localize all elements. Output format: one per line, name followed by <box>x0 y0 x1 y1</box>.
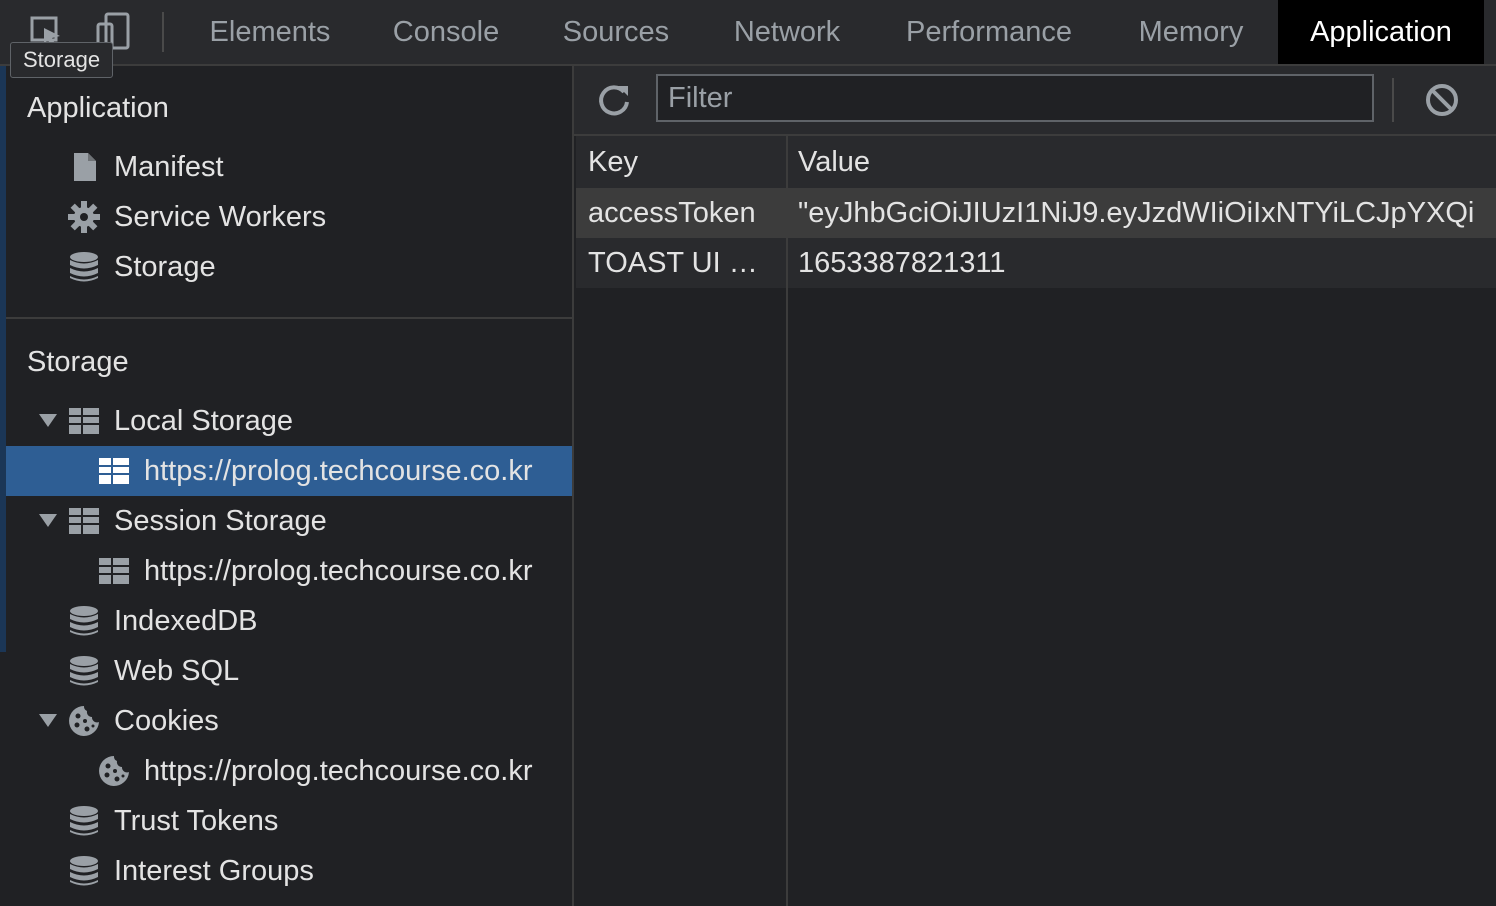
tab-elements[interactable]: Elements <box>192 0 348 64</box>
tab-performance[interactable]: Performance <box>886 0 1092 64</box>
sidebar-divider <box>6 317 572 319</box>
sidebar-item-label: https://prolog.techcourse.co.kr <box>144 455 533 487</box>
sidebar: Application Manifest Service Workers Sto… <box>6 66 574 906</box>
database-icon <box>68 805 100 837</box>
clear-all-icon[interactable] <box>1424 82 1460 118</box>
database-icon <box>68 655 100 687</box>
column-header-value[interactable]: Value <box>798 136 870 188</box>
expand-arrow-icon[interactable] <box>39 414 57 427</box>
gear-icon <box>68 201 100 233</box>
tab-application[interactable]: Application <box>1278 0 1484 64</box>
column-header-key[interactable]: Key <box>588 136 638 188</box>
sidebar-item-local-storage[interactable]: Local Storage <box>6 396 572 446</box>
storage-section-title: Storage <box>27 346 129 378</box>
cookie-icon <box>68 705 100 737</box>
table-header: Key Value <box>576 136 1496 190</box>
devtools-tabbar: Elements Console Sources Network Perform… <box>0 0 1496 66</box>
expand-arrow-icon[interactable] <box>39 514 57 527</box>
database-icon <box>68 605 100 637</box>
tab-sources[interactable]: Sources <box>544 0 688 64</box>
storage-panel: Key Value accessToken "eyJhbGciOiJIUzI1N… <box>574 66 1496 906</box>
table-icon <box>98 555 130 587</box>
sidebar-item-trust-tokens[interactable]: Trust Tokens <box>6 796 572 846</box>
sidebar-item-label: IndexedDB <box>114 605 258 637</box>
sidebar-item-label: Interest Groups <box>114 855 314 887</box>
sidebar-item-label: Manifest <box>114 151 224 183</box>
tooltip: Storage <box>10 42 114 78</box>
sidebar-item-indexeddb[interactable]: IndexedDB <box>6 596 572 646</box>
row-value: 1653387821311 <box>798 247 1006 279</box>
sidebar-item-session-storage-origin[interactable]: https://prolog.techcourse.co.kr <box>6 546 572 596</box>
filter-input[interactable] <box>656 74 1374 122</box>
sidebar-item-interest-groups[interactable]: Interest Groups <box>6 846 572 896</box>
sidebar-item-local-storage-origin[interactable]: https://prolog.techcourse.co.kr <box>6 446 572 496</box>
sidebar-item-label: Local Storage <box>114 405 293 437</box>
table-icon <box>68 405 100 437</box>
database-icon <box>68 855 100 887</box>
sidebar-item-cookies-origin[interactable]: https://prolog.techcourse.co.kr <box>6 746 572 796</box>
table-icon <box>98 455 130 487</box>
sidebar-item-label: Storage <box>114 251 216 283</box>
sidebar-item-label: https://prolog.techcourse.co.kr <box>144 755 533 787</box>
sidebar-item-storage[interactable]: Storage <box>6 242 572 292</box>
table-row[interactable]: accessToken "eyJhbGciOiJIUzI1NiJ9.eyJzdW… <box>576 188 1496 238</box>
tab-console[interactable]: Console <box>374 0 518 64</box>
tab-memory[interactable]: Memory <box>1118 0 1264 64</box>
sidebar-item-cookies[interactable]: Cookies <box>6 696 572 746</box>
row-key: TOAST UI … <box>588 247 758 279</box>
database-icon <box>68 251 100 283</box>
table-icon <box>68 505 100 537</box>
sidebar-item-label: Cookies <box>114 705 219 737</box>
sidebar-item-label: https://prolog.techcourse.co.kr <box>144 555 533 587</box>
refresh-icon[interactable] <box>596 82 632 118</box>
toolbar-separator <box>162 12 164 52</box>
application-section-title: Application <box>27 92 169 124</box>
sidebar-item-label: Web SQL <box>114 655 240 687</box>
column-divider[interactable] <box>786 136 788 906</box>
sidebar-item-manifest[interactable]: Manifest <box>6 142 572 192</box>
tab-network[interactable]: Network <box>714 0 860 64</box>
table-row[interactable]: TOAST UI … 1653387821311 <box>576 238 1496 288</box>
storage-toolbar <box>574 66 1496 136</box>
sidebar-item-label: Trust Tokens <box>114 805 279 837</box>
expand-arrow-icon[interactable] <box>39 714 57 727</box>
sidebar-item-label: Service Workers <box>114 201 327 233</box>
sidebar-item-web-sql[interactable]: Web SQL <box>6 646 572 696</box>
toolbar-separator <box>1392 78 1394 122</box>
sidebar-item-label: Session Storage <box>114 505 327 537</box>
sidebar-item-service-workers[interactable]: Service Workers <box>6 192 572 242</box>
row-key: accessToken <box>588 197 756 229</box>
file-icon <box>68 151 100 183</box>
cookie-icon <box>98 755 130 787</box>
row-value: "eyJhbGciOiJIUzI1NiJ9.eyJzdWIiOiIxNTYiLC… <box>798 197 1475 229</box>
key-value-table: Key Value accessToken "eyJhbGciOiJIUzI1N… <box>576 136 1496 906</box>
sidebar-item-session-storage[interactable]: Session Storage <box>6 496 572 546</box>
